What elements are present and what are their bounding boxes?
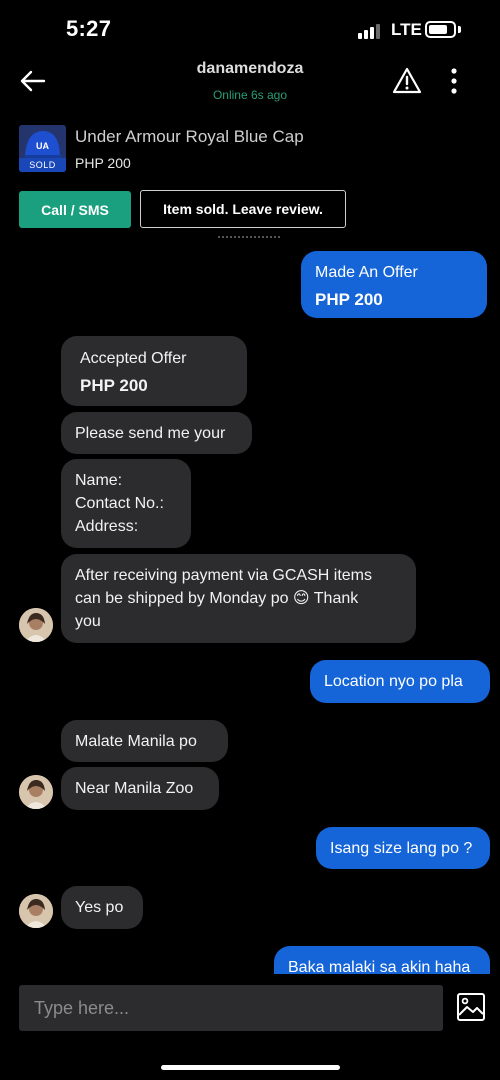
message-text: Please send me your	[75, 425, 226, 442]
offer-amount: PHP 200	[315, 290, 383, 309]
image-icon[interactable]	[454, 990, 488, 1024]
message-bubble-incoming[interactable]: After receiving payment via GCASH items …	[61, 554, 416, 643]
listing-price: PHP 200	[75, 155, 131, 171]
battery-tip	[458, 26, 461, 33]
status-time: 5:27	[66, 16, 112, 41]
message-text: Location nyo po pla	[324, 673, 463, 690]
network-label: LTE	[391, 20, 422, 39]
message-bubble-outgoing[interactable]: Baka malaki sa akin haha	[274, 946, 490, 976]
message-text: After receiving payment via GCASH items	[75, 567, 372, 584]
battery-icon	[425, 21, 456, 38]
message-text: Name:	[75, 472, 123, 489]
message-text: Address:	[75, 518, 139, 535]
message-text: Malate Manila po	[75, 733, 197, 750]
message-bubble-incoming[interactable]: Name: Contact No.: Address:	[61, 459, 191, 548]
chat-username[interactable]: danamendoza	[0, 60, 500, 78]
message-bubble-incoming[interactable]: Near Manila Zoo	[61, 767, 219, 810]
message-bubble-incoming[interactable]: Yes po	[61, 886, 143, 929]
listing-title[interactable]: Under Armour Royal Blue Cap	[75, 127, 304, 147]
message-text: Contact No.:	[75, 495, 164, 512]
message-bubble-outgoing[interactable]: Location nyo po pla	[310, 660, 490, 703]
message-input[interactable]	[19, 985, 443, 1031]
status-bar: 5:27 LTE	[0, 0, 500, 56]
date-divider	[218, 236, 280, 238]
offer-amount: PHP 200	[80, 376, 148, 395]
more-vertical-icon[interactable]	[440, 64, 468, 98]
home-indicator	[161, 1065, 340, 1070]
listing-thumbnail[interactable]: UA SOLD	[19, 125, 66, 172]
svg-text:UA: UA	[36, 141, 49, 151]
sold-badge: SOLD	[19, 158, 66, 172]
message-text: you	[75, 613, 101, 630]
message-bubble-incoming[interactable]: Please send me your	[61, 412, 252, 454]
call-sms-button[interactable]: Call / SMS	[19, 191, 131, 228]
message-text: Baka malaki sa akin haha	[288, 959, 471, 976]
signal-strength-icon	[358, 23, 384, 39]
offer-message-incoming[interactable]: Accepted Offer PHP 200	[61, 336, 247, 406]
warning-triangle-icon[interactable]	[390, 64, 424, 98]
offer-label: Accepted Offer	[80, 350, 187, 367]
avatar[interactable]	[19, 775, 53, 809]
message-text: Yes po	[75, 899, 124, 916]
leave-review-button[interactable]: Item sold. Leave review.	[140, 190, 346, 228]
message-text: Near Manila Zoo	[75, 780, 194, 797]
offer-label: Made An Offer	[315, 264, 418, 281]
avatar[interactable]	[19, 608, 53, 642]
message-bubble-incoming[interactable]: Malate Manila po	[61, 720, 228, 762]
avatar[interactable]	[19, 894, 53, 928]
message-text: can be shipped by Monday po 😊 Thank	[75, 590, 359, 607]
presence-status: Online 6s ago	[212, 88, 288, 102]
message-bubble-outgoing[interactable]: Isang size lang po ?	[316, 827, 490, 869]
offer-message-outgoing[interactable]: Made An Offer PHP 200	[301, 251, 487, 318]
message-text: Isang size lang po ?	[330, 840, 473, 857]
chat-header: danamendoza Online 6s ago	[0, 56, 500, 110]
